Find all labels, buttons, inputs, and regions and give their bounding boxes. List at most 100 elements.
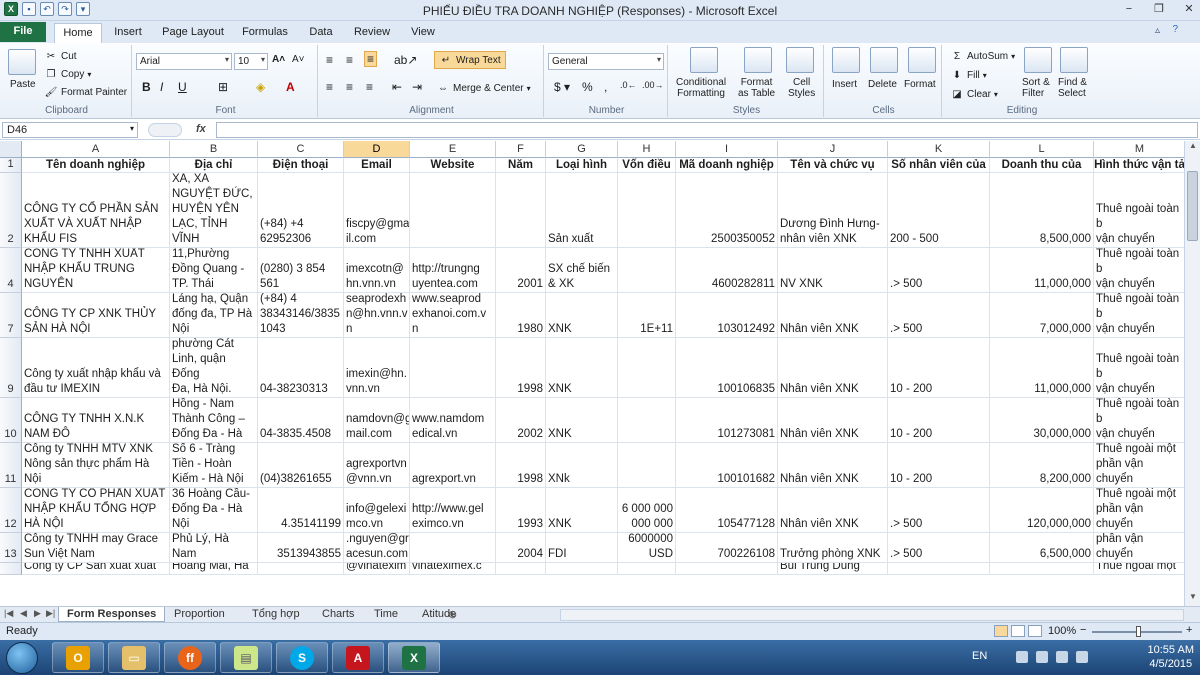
table-cell[interactable]: SX chế biến & XK (546, 248, 618, 293)
column-title-a[interactable]: Tên doanh nghiệp (22, 158, 170, 173)
table-cell[interactable]: Hồng - Nam Thành Công – Đống Đa - Hà (170, 398, 258, 443)
format-painter-button[interactable]: 🖌 Format Painter (44, 85, 128, 99)
table-cell[interactable]: Công ty xuất nhập khẩu và đầu tư IMEXIN (22, 338, 170, 398)
table-cell[interactable]: Dương Đình Hưng- nhân viên XNK (778, 173, 888, 248)
table-cell[interactable] (410, 173, 496, 248)
conditional-formatting-button[interactable]: Conditional Formatting (676, 77, 726, 99)
table-cell[interactable]: Trưởng phòng XNK (778, 533, 888, 563)
table-cell[interactable]: Thuê ngoài toàn b vận chuyển (1094, 293, 1184, 338)
table-cell[interactable]: Thuê ngoài toàn b vận chuyển (1094, 248, 1184, 293)
table-cell[interactable]: 4600282811 (676, 248, 778, 293)
tab-data[interactable]: Data (304, 23, 338, 43)
zoom-slider-knob[interactable] (1136, 626, 1141, 637)
table-cell[interactable]: 7,000,000 (990, 293, 1094, 338)
format-cells-button[interactable]: Format (904, 79, 936, 90)
column-header-j[interactable]: J (778, 141, 888, 158)
font-color-icon[interactable]: A (286, 80, 295, 94)
first-sheet-icon[interactable]: |◀ (4, 608, 13, 619)
table-cell[interactable]: CÔNG TY CP XNK THỦY SẢN HÀ NỘI (22, 293, 170, 338)
sheet-tab[interactable]: Form Responses (58, 607, 166, 622)
table-cell[interactable]: 6000000 USD (618, 533, 676, 563)
table-cell[interactable]: 6 000 000 000 000 (618, 488, 676, 533)
delete-cells-button[interactable]: Delete (868, 79, 897, 90)
table-cell[interactable]: Sản xuất (546, 173, 618, 248)
column-title-f[interactable]: Năm (496, 158, 546, 173)
table-cell[interactable]: .> 500 (888, 248, 990, 293)
tab-view[interactable]: View (406, 23, 440, 43)
table-cell[interactable]: Công ty TNHH may Grace Sun Việt Nam (22, 533, 170, 563)
table-cell[interactable]: .nguyen@gr acesun.com (344, 533, 410, 563)
select-all-corner[interactable] (0, 141, 22, 158)
help-icon[interactable]: ? (1172, 24, 1178, 35)
row-header[interactable] (0, 563, 22, 575)
table-cell[interactable]: Láng hạ, Quận đống đa, TP Hà Nội (170, 293, 258, 338)
column-header-b[interactable]: B (170, 141, 258, 158)
zoom-level[interactable]: 100% (1048, 625, 1076, 637)
table-cell[interactable]: 2002 (496, 398, 546, 443)
cut-button[interactable]: ✂ Cut (44, 49, 77, 63)
sheet-tab[interactable]: Proportion (166, 607, 233, 622)
sort-filter-button[interactable]: Sort & Filter (1022, 77, 1050, 99)
column-header-i[interactable]: I (676, 141, 778, 158)
align-bottom-icon[interactable]: ≡ (364, 51, 378, 67)
table-cell[interactable]: 11,000,000 (990, 248, 1094, 293)
vertical-scrollbar[interactable]: ▲ ▼ (1184, 141, 1200, 606)
table-cell[interactable]: 1998 (496, 443, 546, 488)
taskbar-sticky-notes[interactable]: ▤ (220, 642, 272, 673)
taskbar-outlook[interactable]: O (52, 642, 104, 673)
number-format-select[interactable]: General ▾ (548, 53, 664, 70)
table-cell[interactable] (618, 443, 676, 488)
zoom-out-icon[interactable]: − (1080, 624, 1086, 636)
table-cell[interactable]: (+84) +4 62952306 (258, 173, 344, 248)
table-cell[interactable]: 103012492 (676, 293, 778, 338)
column-header-k[interactable]: K (888, 141, 990, 158)
table-cell[interactable]: Nhân viên XNK (778, 398, 888, 443)
table-cell[interactable]: Nhân viên XNK (778, 293, 888, 338)
table-cell[interactable]: 1993 (496, 488, 546, 533)
table-cell[interactable]: Công ty CP Sản xuất xuất (22, 563, 170, 575)
taskbar-skype[interactable]: S (276, 642, 328, 673)
align-top-icon[interactable]: ≡ (326, 53, 333, 67)
column-header-m[interactable]: M (1094, 141, 1184, 158)
column-title-j[interactable]: Tên và chức vụ (778, 158, 888, 173)
table-cell[interactable] (410, 533, 496, 563)
table-cell[interactable]: XNK (546, 488, 618, 533)
taskbar-acrobat[interactable]: A (332, 642, 384, 673)
formula-input[interactable] (216, 122, 1198, 138)
table-cell[interactable]: Số 486 Tổ 11,Phường Đồng Quang - TP. Thá… (170, 248, 258, 293)
comma-icon[interactable]: , (604, 80, 607, 94)
table-cell[interactable]: (0280) 3 854 561 (258, 248, 344, 293)
table-cell[interactable] (618, 338, 676, 398)
table-cell[interactable]: fiscpy@gma il.com (344, 173, 410, 248)
close-button[interactable]: ✕ (1182, 2, 1196, 16)
table-cell[interactable]: 30,000,000 (990, 398, 1094, 443)
table-cell[interactable] (618, 173, 676, 248)
column-title-m[interactable]: Hình thức vận tả (1094, 158, 1184, 173)
insert-function-icon[interactable]: fx (196, 123, 206, 135)
table-cell[interactable]: Thuê ngoài một (1094, 563, 1184, 575)
scroll-up-icon[interactable]: ▲ (1185, 141, 1200, 155)
table-cell[interactable]: XNk (546, 443, 618, 488)
table-cell[interactable] (258, 563, 344, 575)
table-cell[interactable]: Thuê ngoài một phần vận chuyển (1094, 533, 1184, 563)
paste-icon[interactable] (8, 49, 36, 75)
table-cell[interactable]: agrexport.vn (410, 443, 496, 488)
tab-page-layout[interactable]: Page Layout (160, 23, 226, 43)
insert-cells-button[interactable]: Insert (832, 79, 857, 90)
table-cell[interactable]: Nhân viên XNK (778, 338, 888, 398)
network-icon[interactable] (1036, 651, 1048, 663)
fill-color-icon[interactable]: ◈ (256, 80, 265, 94)
flag-icon[interactable] (1056, 651, 1068, 663)
row-header[interactable]: 12 (0, 488, 22, 533)
table-cell[interactable] (888, 563, 990, 575)
orientation-icon[interactable]: ab↗ (394, 53, 417, 67)
table-cell[interactable]: 11,000,000 (990, 338, 1094, 398)
column-title-d[interactable]: Email (344, 158, 410, 173)
font-name-select[interactable]: Arial ▾ (136, 53, 232, 70)
format-as-table-button[interactable]: Format as Table (738, 77, 775, 99)
table-cell[interactable]: Hoàng Mai, Hà (170, 563, 258, 575)
column-title-i[interactable]: Mã doanh nghiệp (676, 158, 778, 173)
borders-icon[interactable]: ⊞ (218, 80, 228, 94)
table-cell[interactable]: .> 500 (888, 533, 990, 563)
tray-arrow-icon[interactable] (1016, 651, 1028, 663)
